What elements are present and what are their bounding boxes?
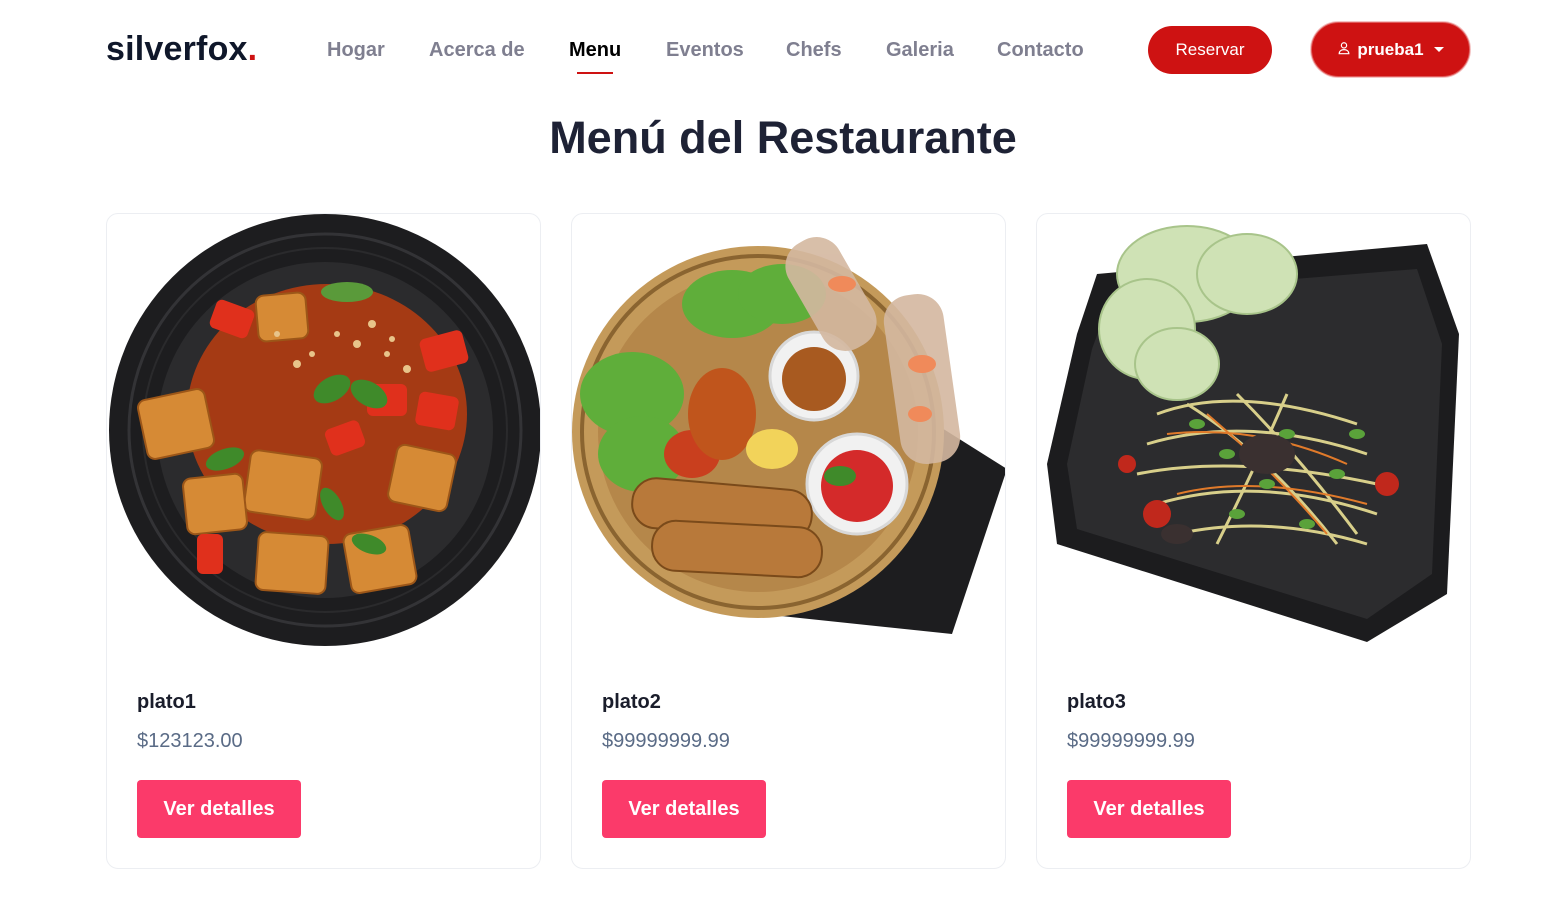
menu-card: plato1 $123123.00 Ver detalles xyxy=(106,213,541,869)
view-details-button[interactable]: Ver detalles xyxy=(1067,780,1231,838)
dish-name: plato3 xyxy=(1067,691,1126,713)
person-icon xyxy=(1337,40,1351,60)
view-details-button[interactable]: Ver detalles xyxy=(602,780,766,838)
view-details-button[interactable]: Ver detalles xyxy=(137,780,301,838)
dish-price: $99999999.99 xyxy=(602,730,730,752)
menu-card: plato2 $99999999.99 Ver detalles xyxy=(571,213,1006,869)
papaya-salad-dish-image[interactable] xyxy=(1037,214,1471,654)
menu-card: plato3 $99999999.99 Ver detalles xyxy=(1036,213,1471,869)
nav-item-acerca-de[interactable]: Acerca de xyxy=(429,36,525,64)
user-name: prueba1 xyxy=(1357,39,1424,59)
dish-name: plato2 xyxy=(602,691,661,713)
caret-down-icon xyxy=(1433,47,1444,52)
nav-item-chefs[interactable]: Chefs xyxy=(786,36,842,64)
nav-item-eventos[interactable]: Eventos xyxy=(666,36,744,64)
active-nav-underline xyxy=(577,72,614,74)
user-menu-button[interactable]: prueba1 xyxy=(1311,22,1470,77)
brand-logo[interactable]: silverfox. xyxy=(106,26,257,72)
nav-item-hogar[interactable]: Hogar xyxy=(327,36,385,64)
nav-item-menu[interactable]: Menu xyxy=(569,36,621,74)
page-title: Menú del Restaurante xyxy=(549,112,1017,163)
tofu-stir-fry-dish-image[interactable] xyxy=(107,214,541,654)
dish-price: $123123.00 xyxy=(137,730,243,752)
nav-item-contacto[interactable]: Contacto xyxy=(997,36,1084,64)
dish-name: plato1 xyxy=(137,691,196,713)
nav-item-galeria[interactable]: Galeria xyxy=(886,36,954,64)
brand-dot: . xyxy=(247,30,258,68)
reserve-button[interactable]: Reservar xyxy=(1148,26,1272,74)
dish-price: $99999999.99 xyxy=(1067,730,1195,752)
site-header: silverfox. Hogar Acerca de Menu Eventos … xyxy=(0,0,1566,100)
spring-rolls-basket-dish-image[interactable] xyxy=(572,214,1006,654)
